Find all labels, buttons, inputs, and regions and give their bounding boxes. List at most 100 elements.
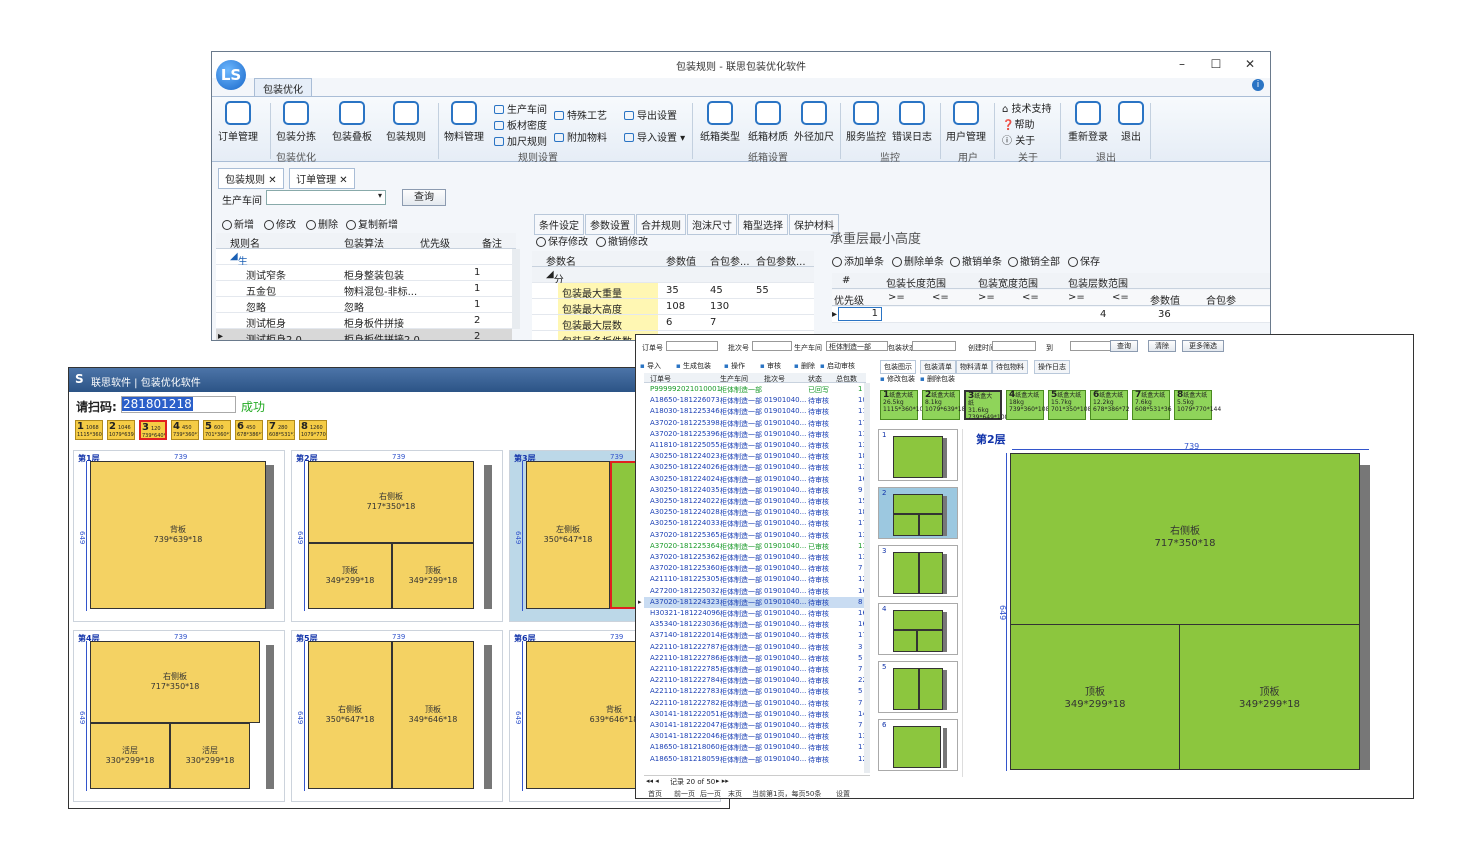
close-icon[interactable]: ✕ (268, 175, 276, 186)
filter-input[interactable]: 柜体制造一部 (826, 341, 888, 351)
table-row[interactable]: A30141-181222051 柜体制造一部 01901040... 待审核 14 (644, 709, 867, 720)
pack-sorting-button[interactable]: 包装分拣 (276, 101, 316, 143)
pager-button[interactable]: 当前第1页，每页50条 (752, 789, 821, 798)
table-row[interactable]: A30250-181224026 柜体制造一部 01901040... 待审核 13 (644, 462, 867, 473)
table-row[interactable]: A35340-181223036 柜体制造一部 01901040... 待审核 16 (644, 619, 867, 630)
board-part[interactable]: 背板 739*639*18 (90, 461, 266, 609)
minimize-button[interactable]: – (1172, 57, 1192, 71)
workshop-button[interactable]: 生产车间 (494, 101, 547, 116)
order-toolbar-button[interactable]: ▪ 审核 (760, 361, 781, 371)
board-part[interactable]: 左侧板 350*647*18 (526, 461, 610, 609)
detail-tab[interactable]: 待包物料 (992, 360, 1028, 374)
table-row[interactable]: A18650-181226073 柜体制造一部 01901040... 待审核 10 (644, 395, 867, 406)
copy-add-button[interactable]: 复制新增 (346, 216, 398, 231)
table-row[interactable]: A18650-181218060 柜体制造一部 01901040... 待审核 17 (644, 742, 867, 753)
table-row[interactable]: A22110-181222782 柜体制造一部 01901040... 待审核 7 (644, 698, 866, 709)
table-row[interactable]: A22110-181222783 柜体制造一部 01901040... 待审核 5 (644, 686, 866, 697)
filter-input[interactable] (752, 341, 792, 351)
maximize-button[interactable]: ☐ (1206, 57, 1226, 71)
table-row[interactable]: A30141-181222047 柜体制造一部 01901040... 待审核 7 (644, 720, 866, 731)
table-row[interactable]: A30250-181224023 柜体制造一部 01901040... 待审核 18 (644, 451, 867, 462)
layer-panel[interactable]: 第4层 739 649 右侧板 717*350*18 活层 330*299*18 活层 330*… (73, 630, 285, 802)
table-row[interactable]: ▸ 1 4 36 (832, 307, 1270, 323)
package-chip[interactable]: 8纸盒大纸 5.5kg 1079*770*144 (1174, 390, 1221, 420)
pager-button[interactable]: 设置 (836, 789, 850, 798)
toolbar-button[interactable]: 撤销单条 (950, 253, 1002, 268)
edit-button[interactable]: 修改 (264, 216, 296, 231)
layer-chip[interactable]: 5600701*360*108 (203, 420, 231, 440)
outer-size-button[interactable]: 外径加尺 (794, 101, 834, 143)
detail-tab[interactable]: 包装清单 (920, 360, 956, 374)
order-toolbar-button[interactable]: ▪ 生成包装 (676, 361, 711, 371)
order-toolbar-button[interactable]: ▪ 删除 (794, 361, 815, 371)
package-chip[interactable]: 5纸盒大纸 15.7kg 701*350*108 (1048, 390, 1091, 420)
order-management-button[interactable]: 订单管理 (218, 101, 258, 143)
filter-input[interactable] (992, 341, 1036, 351)
board-part[interactable]: 右侧板 717*350*18 (308, 461, 474, 543)
package-chip[interactable]: 6纸盒大纸 12.2kg 678*386*72 (1090, 390, 1130, 420)
export-settings-button[interactable]: 导出设置 (624, 107, 677, 122)
error-log-button[interactable]: 错误日志 (892, 101, 932, 143)
layer-chip[interactable]: 6450678*386*72 (235, 420, 263, 440)
table-row[interactable]: A22110-181222784 柜体制造一部 01901040... 待审核 22 (644, 675, 867, 686)
detail-toolbar-button[interactable]: ▪ 修改包装 (880, 374, 915, 384)
carton-type-button[interactable]: 纸箱类型 (700, 101, 740, 143)
order-toolbar-button[interactable]: ▪ 启动审核 (820, 361, 855, 371)
board-part[interactable]: 顶板 349*646*18 (392, 641, 474, 789)
board-part[interactable]: 活层 330*299*18 (90, 723, 170, 789)
table-row[interactable]: A37020-181225398 柜体制造一部 01901040... 待审核 17 (644, 418, 867, 429)
layer-chip[interactable]: 210461079*639*18 (107, 420, 135, 440)
board-part[interactable]: 顶板 349*299*18 (392, 543, 474, 609)
table-row[interactable]: A22110-181222785 柜体制造一部 01901040... 待审核 7 (644, 664, 866, 675)
table-row[interactable]: A37020-181225364 柜体制造一部 01901040... 已审核 11 (644, 541, 867, 552)
board-density-button[interactable]: 板材密度 (494, 117, 547, 132)
table-row[interactable]: A37020-181225360 柜体制造一部 01901040... 待审核 7 (644, 563, 866, 574)
filter-button[interactable]: 清除 (1148, 340, 1176, 352)
service-monitor-button[interactable]: 服务监控 (846, 101, 886, 143)
table-row[interactable]: A22110-181222786 柜体制造一部 01901040... 待审核 5 (644, 653, 866, 664)
tech-support-button[interactable]: ⌂ 技术支持 (1002, 100, 1052, 115)
table-row[interactable]: 五金包 物料混包-非标... 1 (216, 281, 512, 298)
layer-panel[interactable]: 第1层 739 649 背板 739*639*18 (73, 450, 285, 622)
help-button[interactable]: ❓帮助 (1002, 116, 1034, 131)
filter-input[interactable] (912, 341, 956, 351)
board-part[interactable]: 右侧板 717*350*18 (1010, 453, 1360, 625)
board-part[interactable]: 右侧板 717*350*18 (90, 641, 260, 723)
size-rule-button[interactable]: 加尺规则 (494, 133, 547, 148)
table-row[interactable]: A37020-181225362 柜体制造一部 01901040... 待审核 13 (644, 552, 867, 563)
table-row[interactable]: A30250-181224022 柜体制造一部 01901040... 待审核 15 (644, 496, 867, 507)
table-row[interactable]: 测试柜身 柜身板件拼接 2 (216, 313, 512, 330)
close-button[interactable]: ✕ (1240, 57, 1260, 71)
param-group-row[interactable]: ◢ 分组: 1.包装 (532, 267, 814, 340)
pack-stacking-button[interactable]: 包装叠板 (332, 101, 372, 143)
table-group-row[interactable]: ◢ 生产车间: 测试柜身生产线 (216, 249, 516, 340)
undo-changes-button[interactable]: 撤销修改 (596, 233, 648, 248)
board-part[interactable]: 活层 330*299*18 (170, 723, 250, 789)
extra-material-button[interactable]: 附加物料 (554, 129, 607, 144)
table-row[interactable]: A27200-181225032 柜体制造一部 01901040... 待审核 16 (644, 586, 867, 597)
table-row[interactable]: A37020-181225396 柜体制造一部 01901040... 待审核 11 (644, 429, 867, 440)
table-row[interactable]: ▸ A37020-181224323 柜体制造一部 01901040... 待审核 8 (638, 596, 866, 608)
table-row[interactable]: A30141-181222046 柜体制造一部 01901040... 待审核 13 (644, 731, 867, 742)
layer-thumbnail[interactable]: 2 (878, 487, 958, 539)
board-part[interactable]: 顶板 349*299*18 (308, 543, 392, 609)
scrollbar[interactable] (864, 383, 870, 773)
pack-rules-button[interactable]: 包装规则 (386, 101, 426, 143)
table-row[interactable]: 忽略 忽略 1 (216, 297, 512, 314)
pager-button[interactable]: 首页 (648, 789, 662, 798)
table-row[interactable]: ▸ 测试柜身2.0 柜身板件拼接2.0 2 (216, 329, 512, 340)
table-row[interactable]: 包装最大层数 6 7 (532, 315, 814, 332)
toolbar-button[interactable]: 添加单条 (832, 253, 884, 268)
delete-button[interactable]: 删除 (306, 216, 338, 231)
board-part[interactable]: 右侧板 350*647*18 (308, 641, 392, 789)
tab-foam[interactable]: 泡沫尺寸 (687, 214, 737, 235)
table-row[interactable]: A30250-181224033 柜体制造一部 01901040... 待审核 17 (644, 518, 867, 529)
pager-button[interactable]: 末页 (728, 789, 742, 798)
order-toolbar-button[interactable]: ▪ 操作 (724, 361, 745, 371)
tab-conditions[interactable]: 条件设定 (534, 214, 584, 235)
table-row[interactable]: A22110-181222787 柜体制造一部 01901040... 待审核 3 (644, 642, 866, 653)
toolbar-button[interactable]: 撤销全部 (1008, 253, 1060, 268)
layer-chip[interactable]: 3120739*640*108 (139, 420, 167, 440)
workshop-select[interactable]: ▾ (266, 190, 386, 205)
layer-thumbnail[interactable]: 3 (878, 545, 958, 597)
